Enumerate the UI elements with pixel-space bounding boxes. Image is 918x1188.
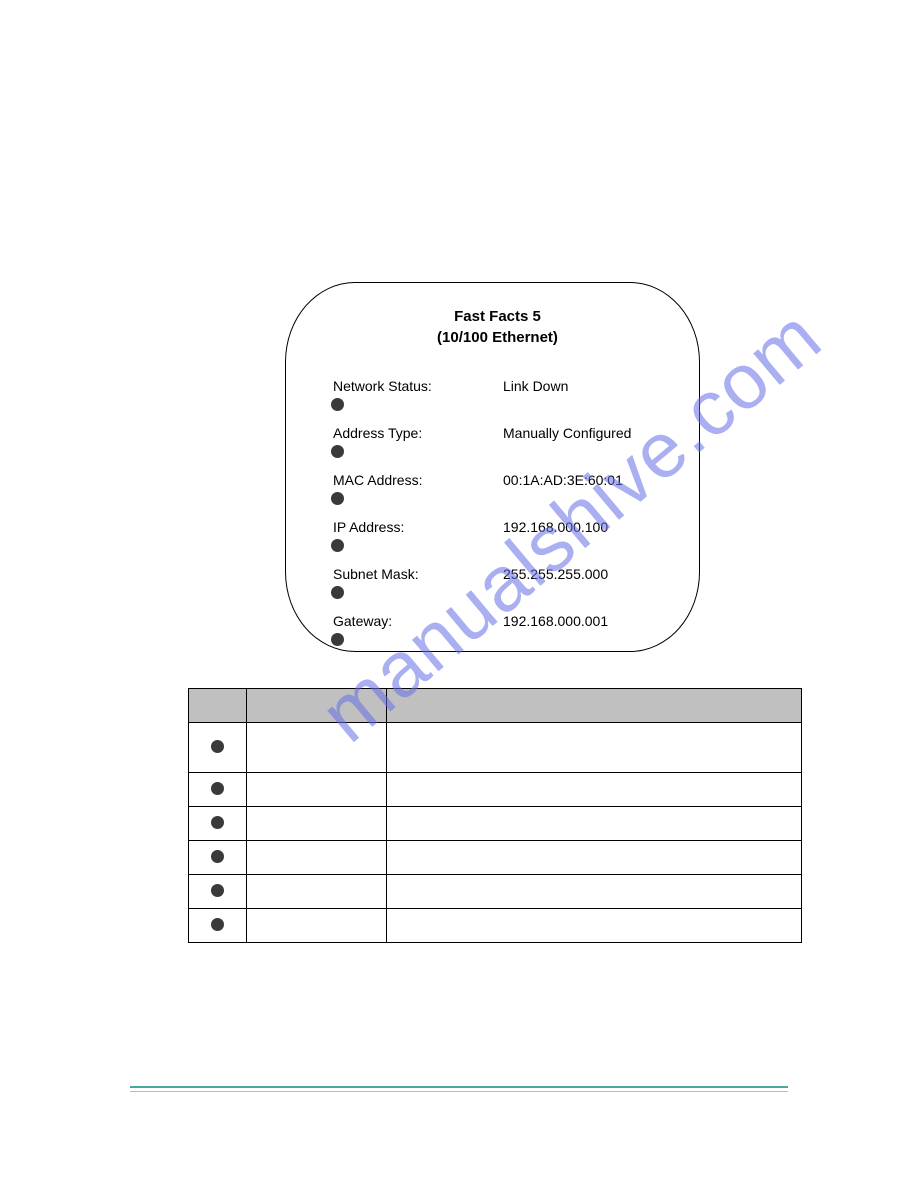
table-row [189, 773, 802, 807]
label-ip-address: IP Address: [333, 519, 503, 535]
bullet-icon [331, 445, 344, 458]
screen-title: Fast Facts 5 (10/100 Ethernet) [325, 306, 670, 348]
value-gateway: 192.168.000.001 [503, 613, 608, 629]
table-cell [247, 909, 387, 943]
screen-title-line2: (10/100 Ethernet) [325, 327, 670, 348]
table-row [189, 807, 802, 841]
value-network-status: Link Down [503, 378, 568, 394]
table-cell [247, 807, 387, 841]
table-cell [247, 773, 387, 807]
label-mac-address: MAC Address: [333, 472, 503, 488]
bullet-icon [211, 918, 224, 931]
value-mac-address: 00:1A:AD:3E:60:01 [503, 472, 623, 488]
table-cell [387, 909, 802, 943]
table-cell [387, 773, 802, 807]
screen-row-address-type: Address Type: Manually Configured [325, 425, 670, 458]
label-address-type: Address Type: [333, 425, 503, 441]
label-gateway: Gateway: [333, 613, 503, 629]
bullet-icon [331, 398, 344, 411]
bullet-icon [331, 492, 344, 505]
table-cell [387, 875, 802, 909]
value-ip-address: 192.168.000.100 [503, 519, 608, 535]
value-address-type: Manually Configured [503, 425, 631, 441]
label-network-status: Network Status: [333, 378, 503, 394]
table-cell [387, 807, 802, 841]
screen-row-ip-address: IP Address: 192.168.000.100 [325, 519, 670, 552]
table-cell [387, 723, 802, 773]
screen-row-gateway: Gateway: 192.168.000.001 [325, 613, 670, 646]
screen-title-line1: Fast Facts 5 [325, 306, 670, 327]
bullet-icon [331, 539, 344, 552]
screen-row-mac-address: MAC Address: 00:1A:AD:3E:60:01 [325, 472, 670, 505]
table-row [189, 875, 802, 909]
screen-row-subnet-mask: Subnet Mask: 255.255.255.000 [325, 566, 670, 599]
bullet-icon [331, 586, 344, 599]
table-header-2 [247, 689, 387, 723]
table-cell [387, 841, 802, 875]
table-row [189, 841, 802, 875]
table-row [189, 723, 802, 773]
value-subnet-mask: 255.255.255.000 [503, 566, 608, 582]
screen-row-network-status: Network Status: Link Down [325, 378, 670, 411]
table-header-3 [387, 689, 802, 723]
table-header-1 [189, 689, 247, 723]
screen-content: Fast Facts 5 (10/100 Ethernet) Network S… [285, 282, 700, 680]
bullet-icon [211, 782, 224, 795]
table-cell [247, 875, 387, 909]
label-subnet-mask: Subnet Mask: [333, 566, 503, 582]
bullet-icon [211, 740, 224, 753]
table-cell [247, 723, 387, 773]
bullet-icon [211, 816, 224, 829]
table-cell [247, 841, 387, 875]
device-screen: Fast Facts 5 (10/100 Ethernet) Network S… [285, 282, 700, 652]
table-row [189, 909, 802, 943]
bullet-icon [211, 884, 224, 897]
info-table [188, 688, 802, 943]
bullet-icon [331, 633, 344, 646]
bullet-icon [211, 850, 224, 863]
footer-divider [130, 1086, 788, 1092]
table-header-row [189, 689, 802, 723]
